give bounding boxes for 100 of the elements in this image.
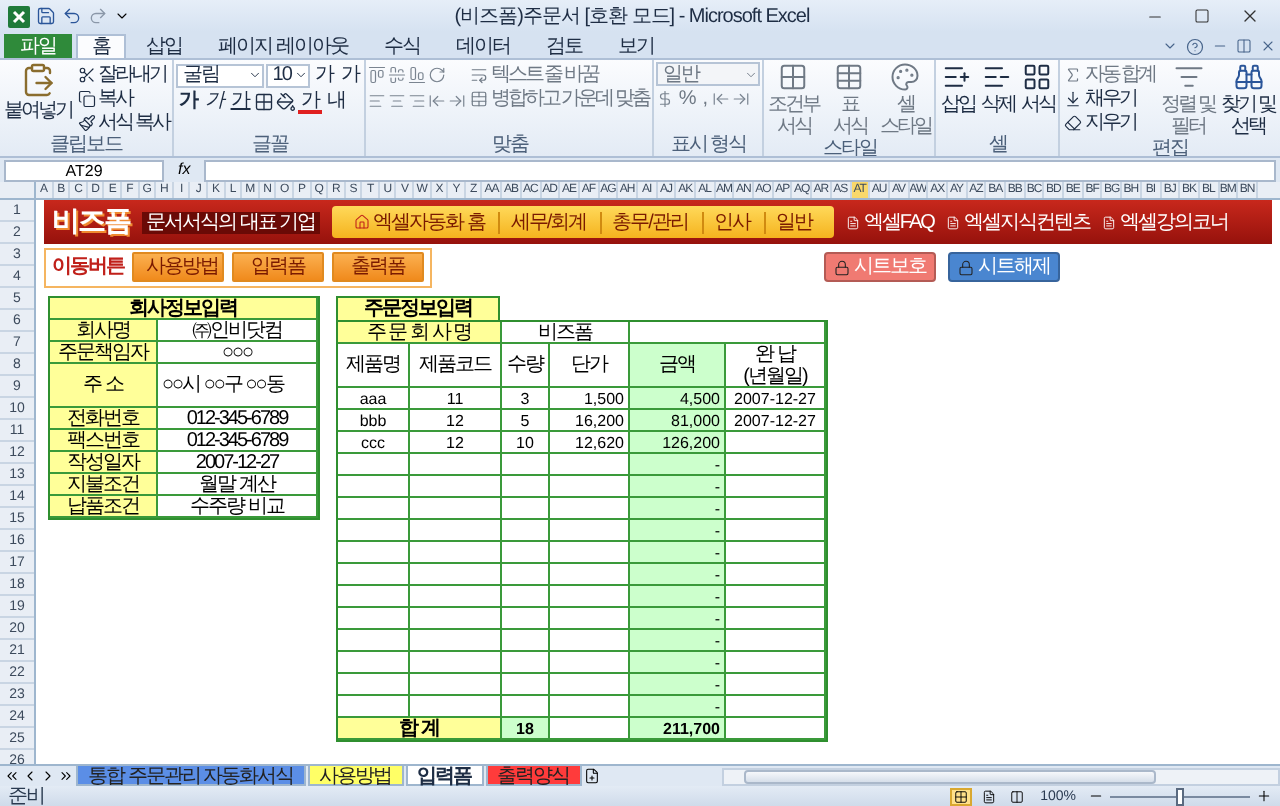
sheet-tab[interactable]: 입력폼 xyxy=(405,766,484,786)
binoculars-icon xyxy=(1233,62,1264,92)
ribbon-tab[interactable]: 삽입 xyxy=(130,34,198,58)
align-bottom-icon xyxy=(408,66,427,84)
banner-link[interactable]: 엑셀FAQ xyxy=(845,211,934,233)
zoom-in-icon[interactable] xyxy=(1256,788,1272,804)
nav-link[interactable]: 세무/회계 xyxy=(498,211,597,233)
ribbon-tab[interactable]: 데이터 xyxy=(439,34,526,58)
previous-sheet-icon[interactable] xyxy=(22,768,38,784)
app-icon[interactable] xyxy=(8,5,30,27)
column-header: 수량 xyxy=(502,344,550,388)
fill-color-icon[interactable] xyxy=(276,91,297,111)
table-cell: 2007-12-27 xyxy=(726,388,826,410)
grid-icon xyxy=(954,789,969,803)
field-value: 012-345-6789 xyxy=(158,430,318,452)
next-sheet-icon[interactable] xyxy=(40,768,56,784)
indent-decrease-icon xyxy=(428,92,447,110)
undo-icon[interactable] xyxy=(62,6,82,26)
font-size-dropdown[interactable]: 10 xyxy=(266,63,311,87)
ribbon-button[interactable]: 삽입 xyxy=(938,62,977,116)
ribbon-button[interactable]: 잘라내기 xyxy=(76,62,171,86)
ribbon-tab[interactable]: 홈 xyxy=(76,34,126,58)
new-sheet-icon[interactable] xyxy=(583,768,600,784)
ribbon-tab[interactable]: 파일 xyxy=(4,34,72,58)
ribbon-button[interactable]: 서식 xyxy=(1018,62,1057,116)
horizontal-scrollbar[interactable] xyxy=(721,767,1280,785)
ribbon-tab[interactable]: 검토 xyxy=(529,34,598,58)
shrink-font-button[interactable]: 가 xyxy=(338,63,363,87)
column-header: 금액 xyxy=(630,344,726,388)
ribbon-tab[interactable]: 보기 xyxy=(601,34,670,58)
border-icon[interactable] xyxy=(254,91,275,111)
close-icon[interactable] xyxy=(1260,38,1276,54)
help-icon[interactable] xyxy=(1186,37,1204,55)
italic-button[interactable]: 가 xyxy=(202,89,227,113)
home-icon xyxy=(353,214,370,230)
ribbon-tab[interactable]: 수식 xyxy=(367,34,436,58)
last-sheet-icon[interactable] xyxy=(58,768,74,784)
font-dropdown[interactable]: 굴림 xyxy=(176,63,265,87)
formula-input[interactable] xyxy=(204,159,1276,181)
align-center-icon xyxy=(388,92,407,110)
nav-link[interactable]: 일반 xyxy=(763,211,822,233)
banner-link[interactable]: 엑셀지식컨텐츠 xyxy=(945,211,1090,233)
column-header: 완 납 (년월일) xyxy=(726,344,826,388)
sheet-tab[interactable]: 통합 주문관리 자동화서식 xyxy=(76,766,306,786)
underline-button[interactable]: 가 xyxy=(228,89,253,113)
font-color-button[interactable]: 가 xyxy=(298,89,323,113)
insert-function-button[interactable]: fx xyxy=(170,159,199,181)
phonetic-button[interactable]: 내 xyxy=(324,89,349,113)
zoom-slider[interactable] xyxy=(1110,787,1250,805)
nav-button[interactable]: 입력폼 xyxy=(232,252,324,282)
currency-icon xyxy=(656,90,675,108)
ribbon-button[interactable]: 서식 복사 xyxy=(76,110,171,134)
align-right-icon xyxy=(408,92,427,110)
column-header: 제품명 xyxy=(338,344,410,388)
sheet-tab[interactable]: 사용방법 xyxy=(307,766,404,786)
table-cell: - xyxy=(630,564,726,586)
table-cell: - xyxy=(630,498,726,520)
collapse-icon[interactable] xyxy=(1162,38,1178,54)
table-cell: 4,500 xyxy=(630,388,726,410)
restore-icon[interactable] xyxy=(1236,38,1252,54)
ribbon-button[interactable]: 지우기 xyxy=(1062,110,1158,134)
ribbon-button[interactable]: 채우기 xyxy=(1062,86,1158,110)
ribbon-button[interactable]: 찾기 및 선택 xyxy=(1219,62,1278,138)
panel-label: 이동버튼 xyxy=(52,256,124,278)
table-cell: aaa xyxy=(338,388,410,410)
scroll-thumb[interactable] xyxy=(743,769,1155,783)
nav-link[interactable]: 총무/관리 xyxy=(600,211,698,233)
ribbon-button[interactable]: 삭제 xyxy=(978,62,1017,116)
nav-link[interactable]: 엑셀자동화 홈 xyxy=(343,211,495,233)
ribbon-button[interactable]: 복사 xyxy=(76,86,171,110)
logo-tagline: 문서서식의 대표 기업 xyxy=(142,211,320,233)
unprotect-sheet-button[interactable]: 시트해제 xyxy=(948,252,1060,282)
caret-icon[interactable] xyxy=(114,8,130,24)
table-cell: - xyxy=(630,586,726,608)
columns-icon xyxy=(1010,789,1025,803)
normal-view-button[interactable] xyxy=(950,787,973,805)
page-break-button[interactable] xyxy=(1006,787,1029,805)
grow-font-button[interactable]: 가 xyxy=(312,63,337,87)
table-cell: 12 xyxy=(410,432,502,454)
sheet-tab[interactable]: 출력양식 xyxy=(485,766,582,786)
decrease-decimal-icon xyxy=(712,90,731,108)
field-value: ㈜인비닷컴 xyxy=(158,320,318,342)
paste-button[interactable]: 붙여넣기 xyxy=(2,62,74,122)
slider-thumb[interactable] xyxy=(1176,787,1184,805)
logo[interactable]: 비즈폼 xyxy=(52,204,130,240)
wrap-icon xyxy=(470,65,489,83)
name-box[interactable]: AT29 xyxy=(4,159,164,181)
ribbon-tab[interactable]: 페이지 레이아웃 xyxy=(202,34,364,58)
window-title: (비즈폼)주문서 [호환 모드] - Microsoft Excel xyxy=(452,5,812,27)
save-icon[interactable] xyxy=(36,6,56,26)
field-label: 주 소 xyxy=(50,364,158,408)
field-value: 비즈폼 xyxy=(502,322,630,344)
nav-link[interactable]: 인사 xyxy=(701,211,760,233)
nav-button[interactable]: 사용방법 xyxy=(132,252,224,282)
first-sheet-icon[interactable] xyxy=(4,768,20,784)
table-cell: - xyxy=(630,542,726,564)
bold-button[interactable]: 가 xyxy=(176,89,201,113)
caret-icon xyxy=(248,68,263,82)
banner-link[interactable]: 엑셀강의코너 xyxy=(1101,211,1228,233)
nav-button[interactable]: 출력폼 xyxy=(332,252,424,282)
